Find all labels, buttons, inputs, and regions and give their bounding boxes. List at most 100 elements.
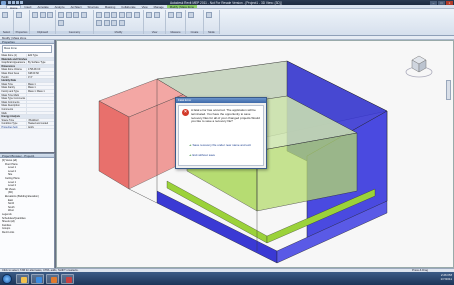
tab-structure[interactable]: Structure [85,5,102,9]
tab-manage[interactable]: Manage [151,5,167,9]
ribbon-group-properties: Properties [14,10,30,34]
tab-collaborate[interactable]: Collaborate [118,5,138,9]
move-icon[interactable] [118,12,125,18]
taskbar-media-button[interactable] [46,273,59,284]
trim-icon[interactable] [96,20,102,27]
rotate-icon[interactable] [133,12,140,18]
property-name: Mass Type Comments [1,97,26,100]
scale-icon[interactable] [118,20,125,27]
ribbon-group-clipboard: Clipboard [30,10,56,34]
cut-geometry-icon[interactable] [65,12,72,18]
tab-massing[interactable]: Massing [102,5,118,9]
property-name: Graphical Appearance [1,61,26,64]
mirror-icon[interactable] [111,12,117,18]
align-icon[interactable] [96,12,102,18]
property-value[interactable]: 348.09 SF [26,71,54,75]
copy-icon[interactable] [47,12,53,18]
property-value[interactable]: <Building> [26,118,54,122]
maximize-button[interactable]: □ [438,0,445,5]
application-menu-button[interactable] [1,0,6,5]
paste-icon[interactable] [32,12,38,18]
modify-icon[interactable] [2,12,8,18]
paint-icon[interactable] [58,20,64,27]
type-selector[interactable]: Mass Zone [2,45,52,53]
open-icon[interactable] [8,1,11,4]
measure-icon[interactable] [168,12,174,18]
edit-type-button[interactable]: Edit Type [26,54,54,57]
close-button[interactable]: × [446,0,453,5]
property-value[interactable]: Mass 1: Mass 1 [26,89,54,93]
property-value[interactable]: Mass 1 [26,82,54,86]
override-icon[interactable] [153,12,160,18]
fatal-error-dialog: Fatal Error × A fatal error has occurred… [175,97,267,169]
exit-without-save-option[interactable]: ➔Exit without save [189,153,260,158]
tab-view[interactable]: View [139,5,151,9]
taskbar-explorer-button[interactable] [16,273,29,284]
taskbar-ie-button[interactable] [31,273,44,284]
dimension-icon[interactable] [175,12,182,18]
revit-icon [65,276,72,283]
browser-tree: [0] Views (all) Floor Plans Level 1 Level 2… [0,158,54,234]
group-label: Mode [204,30,219,34]
property-value[interactable] [26,93,54,97]
viewcube-icon[interactable] [404,50,434,80]
save-recovery-option[interactable]: ➔Save recovery file under new name and e… [189,143,260,148]
tab-insert[interactable]: Insert [21,5,34,9]
property-name: Mass Comments [1,100,20,104]
dialog-title: Fatal Error [176,98,266,103]
ribbon-group-select: Select [0,10,14,34]
minimize-button[interactable]: – [430,0,437,5]
tab-analyze[interactable]: Analyze [52,5,68,9]
apply-button[interactable]: Apply [26,125,54,129]
ribbon-group-geometry: Geometry [56,10,94,34]
property-value[interactable]: By Surface Type [26,61,54,64]
cope-icon[interactable] [58,12,64,18]
cut-icon[interactable] [39,12,46,18]
array-icon[interactable] [111,20,117,27]
tab-annotate[interactable]: Annotate [34,5,51,9]
copy-element-icon[interactable] [126,12,132,18]
window-title: Autodesk Revit MEP 2011 - Not For Resale… [170,0,282,5]
dialog-message: A fatal error has occurred. The applicat… [191,108,260,124]
property-name: Space Type [1,118,15,122]
create-group-icon[interactable] [188,12,194,18]
tab-modify-mass-zone[interactable]: Modify | Mass Zone [166,5,198,9]
split-face-icon[interactable] [80,12,87,18]
taskbar-revit-button[interactable] [61,273,74,284]
property-value[interactable] [26,100,54,104]
property-value[interactable]: Heated and cooled [26,122,54,125]
undo-icon[interactable] [16,1,19,4]
browser-tree-item[interactable]: Revit Links [1,231,54,235]
properties-help-link[interactable]: Properties help [0,126,26,129]
group-label: Measure [166,30,185,34]
property-name: Comments [1,107,14,111]
split-icon[interactable] [103,20,110,27]
ribbon-group-create: Create [186,10,204,34]
property-value[interactable]: 0' 0" [26,75,54,79]
property-value[interactable] [26,111,54,115]
instance-filter[interactable]: Mass Zone (1) [0,54,26,57]
ribbon-group-mode: Mode [204,10,220,34]
navigation-bar[interactable] [446,80,451,100]
property-value[interactable] [26,104,54,107]
group-label: Geometry [56,30,93,34]
save-icon[interactable] [12,1,15,4]
property-value[interactable]: 1796.96 CF [26,68,54,71]
redo-icon[interactable] [20,1,23,4]
tab-home[interactable]: Home [6,5,22,10]
property-value[interactable]: Mass 1 [26,86,54,89]
save-recovery-label: Save recovery file under new name and ex… [192,143,251,147]
property-name: Height [1,75,9,79]
join-icon[interactable] [73,12,79,18]
property-value[interactable] [26,97,54,100]
tab-architect[interactable]: Architect [68,5,85,9]
hide-icon[interactable] [146,12,152,18]
edit-mass-icon[interactable] [206,12,212,18]
ribbon: Select Properties Clipboard Geometry Mod… [0,9,454,36]
properties-icon[interactable] [16,12,22,18]
media-icon [50,276,57,283]
property-name: Mass Type [1,82,14,86]
offset-icon[interactable] [103,12,110,18]
property-value[interactable] [26,107,54,111]
start-button[interactable] [2,273,12,284]
